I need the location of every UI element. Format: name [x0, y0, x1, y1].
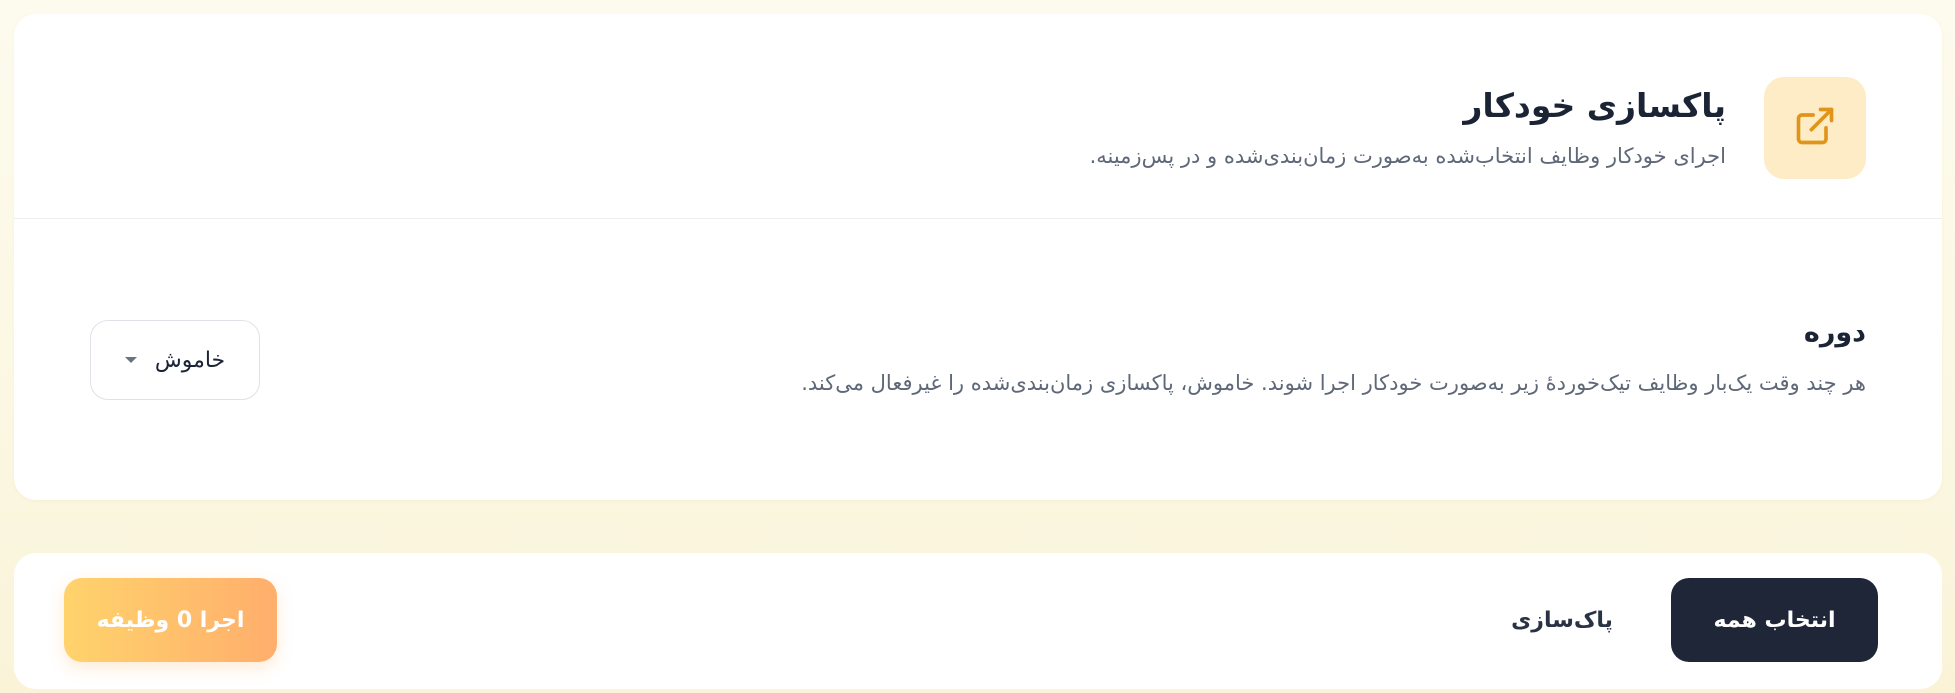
period-description: هر چند وقت یک‌بار وظایف تیک‌خوردهٔ زیر ب… [801, 371, 1866, 395]
select-all-button[interactable]: انتخاب همه [1671, 578, 1878, 662]
external-link-icon [1793, 104, 1837, 152]
period-select[interactable]: خاموش [90, 320, 260, 400]
period-title: دوره [1803, 317, 1866, 348]
page: پاکسازی خودکار اجرای خودکار وظایف انتخاب… [0, 0, 1955, 693]
page-title: پاکسازی خودکار [1463, 86, 1726, 125]
action-bar: انتخاب همه پاک‌سازی اجرا 0 وظیفه [14, 553, 1942, 689]
period-select-value: خاموش [154, 347, 226, 373]
caret-down-icon [124, 357, 137, 363]
page-subtitle: اجرای خودکار وظایف انتخاب‌شده به‌صورت زم… [1089, 144, 1726, 168]
run-tasks-button[interactable]: اجرا 0 وظیفه [64, 578, 277, 662]
card-header: پاکسازی خودکار اجرای خودکار وظایف انتخاب… [14, 14, 1942, 219]
auto-clean-settings-card: پاکسازی خودکار اجرای خودکار وظایف انتخاب… [14, 14, 1942, 500]
header-icon-box [1764, 77, 1866, 179]
clean-button[interactable]: پاک‌سازی [1482, 578, 1642, 662]
